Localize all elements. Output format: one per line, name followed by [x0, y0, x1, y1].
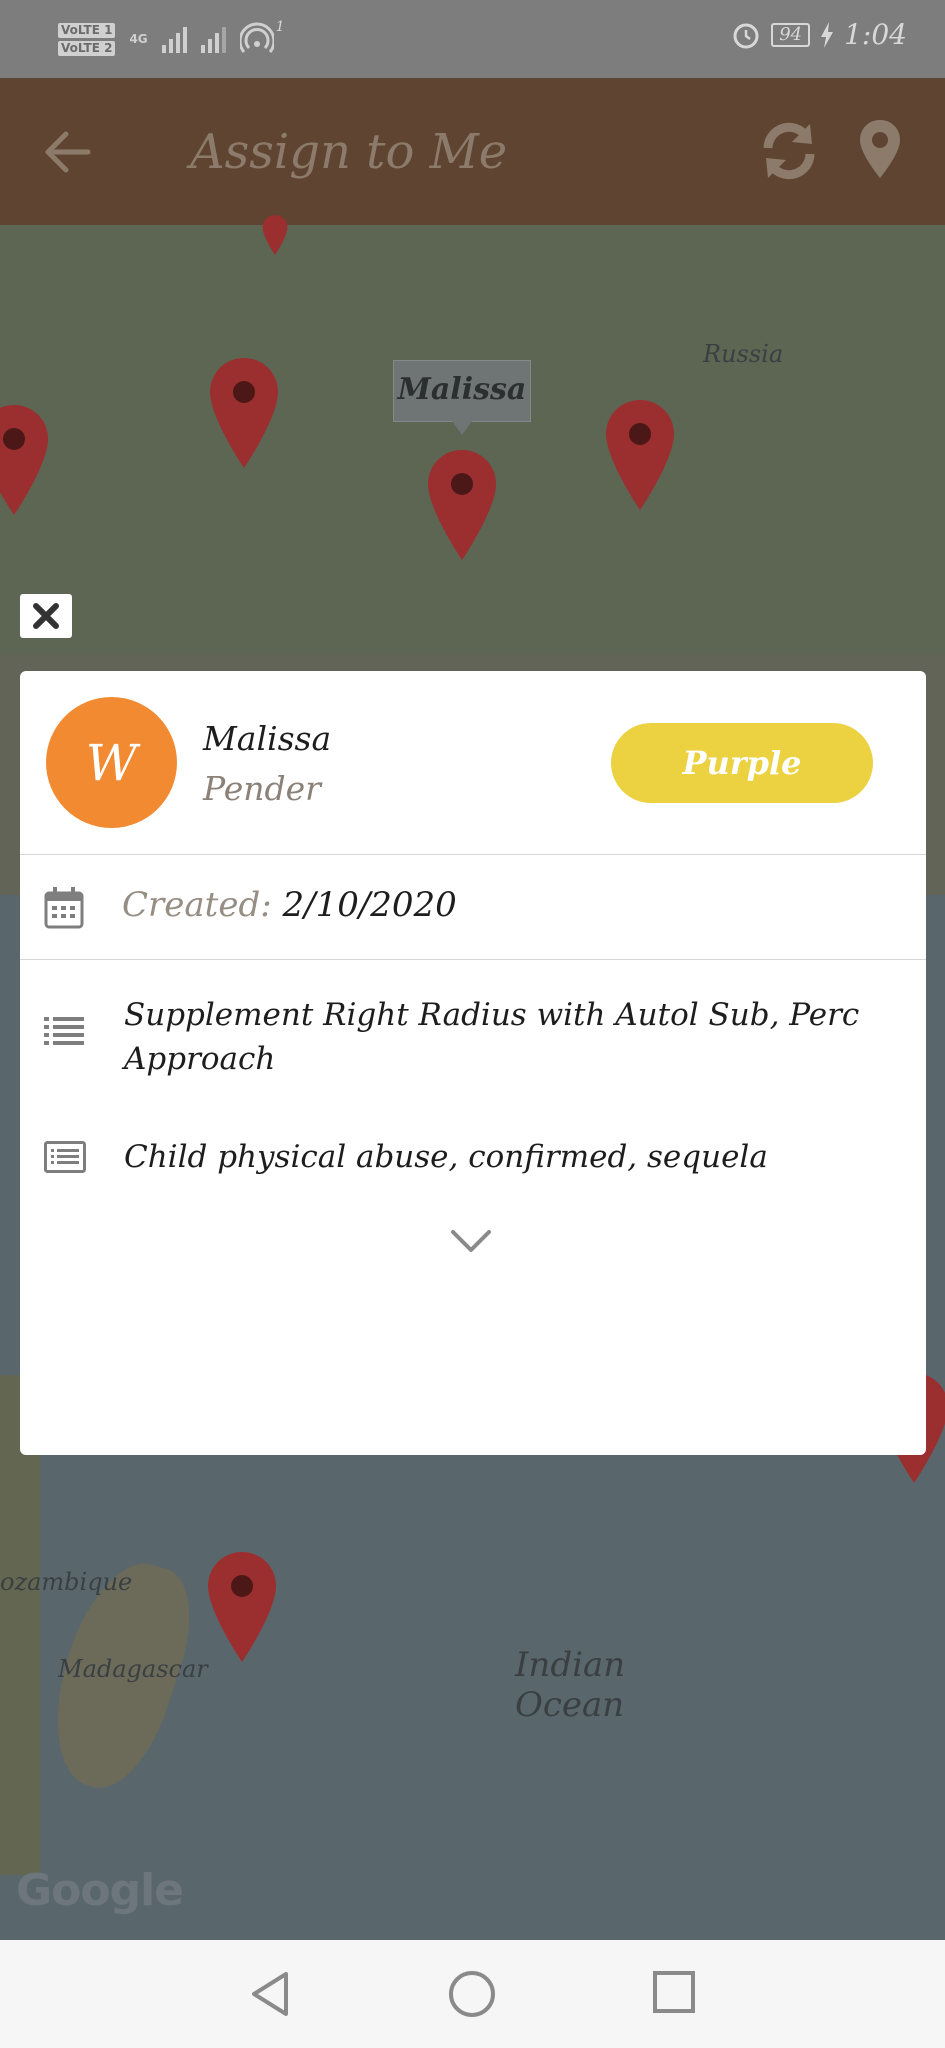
hotspot-icon [239, 22, 274, 53]
map-marker[interactable] [210, 358, 278, 468]
volte-sim2: VoLTE 2 [58, 40, 116, 56]
page-title: Assign to Me [190, 124, 508, 180]
chevron-down-icon[interactable] [450, 1229, 492, 1255]
nav-home-icon[interactable] [448, 1970, 496, 2018]
card-header: W Malissa Pender Purple [20, 671, 926, 855]
volte-indicators: VoLTE 1 VoLTE 2 [58, 22, 116, 56]
volte-sim1: VoLTE 1 [58, 22, 116, 38]
map-marker-selected[interactable] [428, 450, 496, 560]
status-right: 94 1:04 [731, 18, 907, 51]
procedure-text: Supplement Right Radius with Autol Sub, … [124, 997, 860, 1077]
signal-strength-icon [161, 25, 187, 53]
refresh-icon[interactable] [758, 120, 820, 182]
nav-back-icon[interactable] [248, 1970, 292, 2018]
created-row: Created: 2/10/2020 [20, 855, 926, 960]
avatar: W [46, 697, 177, 828]
diagnosis-text: Child physical abuse, confirmed, sequela [124, 1139, 768, 1175]
app-bar: Assign to Me [0, 78, 945, 225]
close-card-button[interactable] [20, 594, 72, 638]
map-label-ocean-2: Ocean [515, 1685, 625, 1725]
created-date-text: Created: 2/10/2020 [122, 885, 457, 925]
close-icon [33, 603, 59, 629]
map-label-madagascar: Madagascar [58, 1655, 208, 1683]
avatar-initial: W [85, 733, 138, 792]
map-label-russia: Russia [703, 340, 784, 368]
map-label-ocean-1: Indian [515, 1645, 626, 1685]
back-arrow-icon[interactable] [44, 130, 92, 174]
patient-info-card: W Malissa Pender Purple Created: 2/10/20… [20, 671, 926, 1455]
list-icon [44, 1017, 84, 1045]
google-logo: Google [16, 1865, 184, 1916]
notification-count: 1 [275, 19, 285, 35]
tag-button[interactable]: Purple [611, 723, 873, 803]
system-nav-bar [0, 1940, 945, 2048]
map-marker[interactable] [606, 400, 674, 510]
status-left: VoLTE 1 VoLTE 2 4G 1 [58, 14, 285, 64]
created-label: Created: [122, 885, 272, 925]
clock: 1:04 [844, 18, 907, 51]
signal-strength-2-icon [200, 25, 226, 53]
status-bar: VoLTE 1 VoLTE 2 4G 1 94 1:04 [0, 0, 945, 78]
last-name: Pender [203, 769, 321, 808]
map-marker[interactable] [208, 1552, 276, 1662]
created-date: 2/10/2020 [282, 885, 457, 925]
map-label-mozambique: ozambique [0, 1568, 133, 1596]
network-type: 4G [129, 32, 148, 46]
calendar-icon [44, 887, 84, 929]
marker-info-window[interactable]: Malissa [393, 360, 531, 435]
charging-icon [821, 21, 834, 48]
nav-recents-icon[interactable] [652, 1970, 696, 2014]
battery-level: 94 [771, 22, 811, 47]
first-name: Malissa [203, 719, 332, 758]
map-marker[interactable] [258, 215, 292, 255]
map-marker[interactable] [0, 405, 48, 515]
alarm-icon [733, 23, 759, 48]
location-pin-icon[interactable] [858, 118, 902, 180]
details-list-icon [44, 1141, 86, 1173]
